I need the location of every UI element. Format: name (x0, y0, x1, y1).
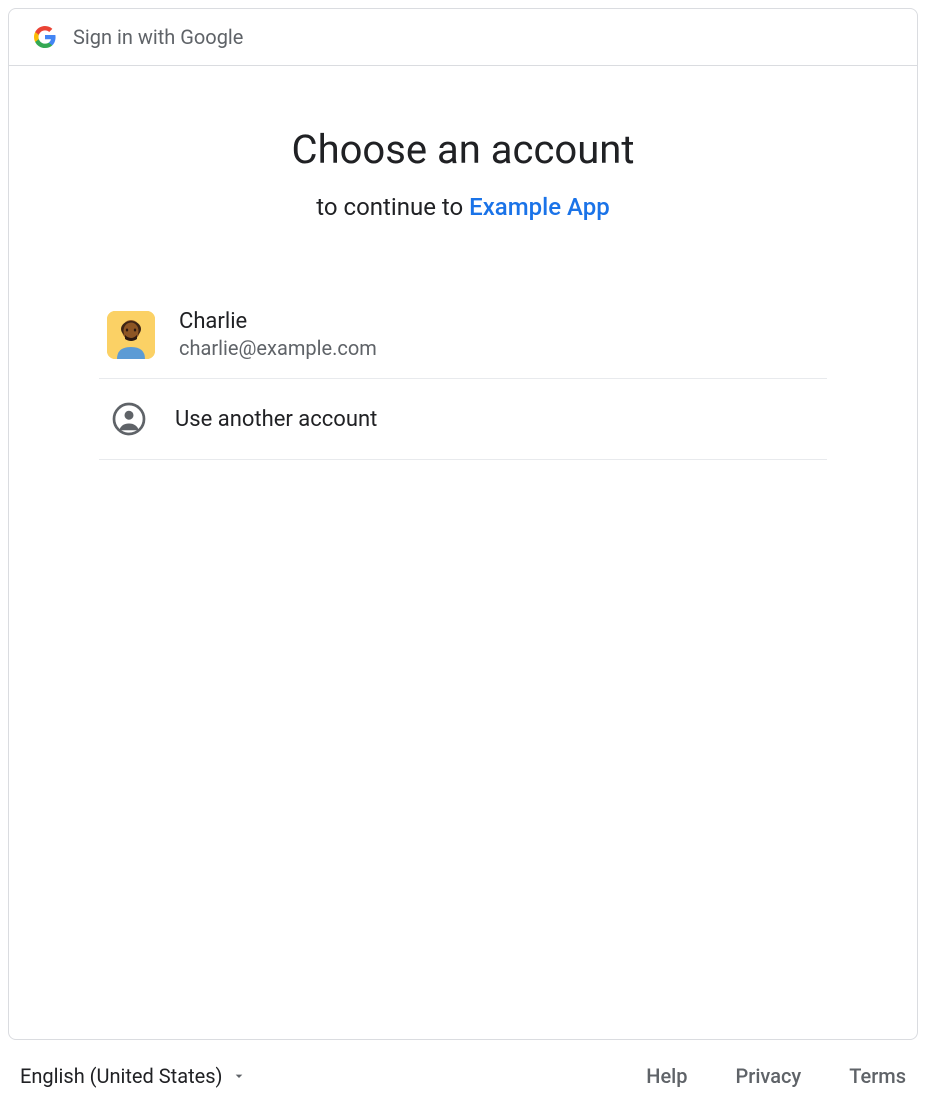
header-title: Sign in with Google (73, 25, 243, 49)
page-title: Choose an account (292, 126, 635, 173)
help-link[interactable]: Help (646, 1064, 687, 1088)
signin-card: Sign in with Google Choose an account to… (8, 8, 918, 1040)
person-circle-icon (111, 401, 147, 437)
page-subtitle: to continue to Example App (316, 193, 609, 221)
use-another-account-button[interactable]: Use another account (99, 379, 827, 460)
google-logo-icon (33, 25, 57, 49)
subtitle-prefix: to continue to (316, 193, 469, 221)
footer-links: Help Privacy Terms (646, 1064, 906, 1088)
account-email: charlie@example.com (179, 336, 377, 360)
account-name: Charlie (179, 309, 377, 334)
language-selector[interactable]: English (United States) (20, 1064, 247, 1088)
app-name-link[interactable]: Example App (469, 193, 610, 221)
footer: English (United States) Help Privacy Ter… (8, 1040, 918, 1100)
account-info: Charlie charlie@example.com (179, 309, 377, 360)
use-another-account-label: Use another account (175, 407, 377, 432)
privacy-link[interactable]: Privacy (736, 1064, 802, 1088)
card-header: Sign in with Google (9, 9, 917, 66)
avatar-image-icon (107, 311, 155, 359)
terms-link[interactable]: Terms (849, 1064, 906, 1088)
account-list: Charlie charlie@example.com Use another … (99, 291, 827, 460)
avatar (107, 311, 155, 359)
language-label: English (United States) (20, 1064, 223, 1088)
chevron-down-icon (231, 1068, 247, 1084)
account-item[interactable]: Charlie charlie@example.com (99, 291, 827, 379)
card-content: Choose an account to continue to Example… (9, 66, 917, 1039)
